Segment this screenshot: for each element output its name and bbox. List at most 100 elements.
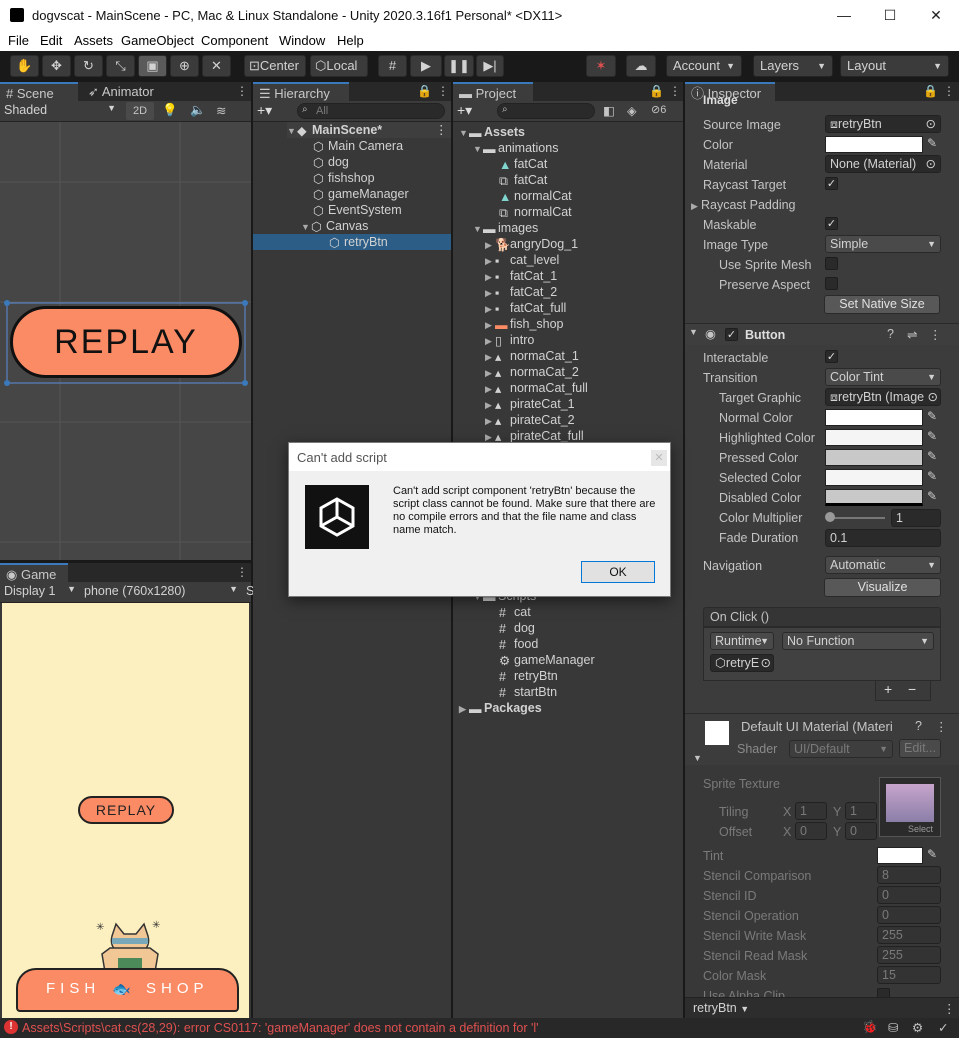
script-item[interactable]: ⚙ gameManager <box>499 652 595 668</box>
asset-item[interactable]: ▶ ▪ fatCat_full <box>485 300 566 316</box>
menu-component[interactable]: Component <box>201 33 268 48</box>
folder-images[interactable]: ▼▬ images <box>473 220 538 236</box>
asset-item[interactable]: ▶ ▴ normaCat_full <box>485 380 588 396</box>
fade-duration-field[interactable]: 0.1 <box>825 529 941 547</box>
move-tool-icon[interactable]: ✥ <box>42 55 71 77</box>
use-sprite-mesh-checkbox[interactable] <box>825 257 838 270</box>
script-item[interactable]: # food <box>499 636 538 652</box>
script-item[interactable]: # dog <box>499 620 535 636</box>
progress-icon[interactable]: ⚙ <box>912 1020 923 1035</box>
navigation-dropdown[interactable]: Automatic ▼ <box>825 556 941 574</box>
minimize-button[interactable]: — <box>834 5 854 25</box>
asset-item[interactable]: ▶ ▴ pirateCat_2 <box>485 412 575 428</box>
eyedropper-icon[interactable]: ✎ <box>927 136 943 152</box>
image-type-dropdown[interactable]: Simple ▼ <box>825 235 941 253</box>
runtime-dropdown[interactable]: Runtime ▼ <box>710 632 774 650</box>
asset-item[interactable]: ▶ ▬ fish_shop <box>485 316 564 332</box>
tab-game[interactable]: ◉ Game <box>0 563 68 582</box>
asset-item[interactable]: ▲ fatCat <box>499 156 547 172</box>
menu-file[interactable]: File <box>8 33 29 48</box>
pause-button[interactable]: ❚❚ <box>444 55 474 77</box>
lighting-icon[interactable]: 💡 <box>162 103 178 118</box>
asset-item[interactable]: ▶ ▯ intro <box>485 332 534 348</box>
offset-y-field[interactable]: 0 <box>845 822 877 840</box>
tiling-y-field[interactable]: 1 <box>845 802 877 820</box>
object-picker-icon[interactable]: ⊙ <box>760 655 771 671</box>
hierarchy-item[interactable]: ⬡ fishshop <box>313 170 375 186</box>
selected-color-swatch[interactable] <box>825 469 923 486</box>
help-icon[interactable]: ? <box>887 327 894 341</box>
expand-arrow-icon[interactable]: ▼ <box>693 753 702 763</box>
panel-menu-icon[interactable]: ⋮ <box>943 84 955 98</box>
lock-icon[interactable]: 🔒 <box>649 84 664 98</box>
pressed-color-swatch[interactable] <box>825 449 923 466</box>
panel-menu-icon[interactable]: ⋮ <box>943 1001 956 1016</box>
eyedropper-icon[interactable]: ✎ <box>927 429 943 445</box>
game-view[interactable]: REPLAY ✳ ✳ FISH 🐟 SHOP <box>2 603 249 1018</box>
interactable-checkbox[interactable]: ✓ <box>825 350 838 363</box>
resolution-dropdown[interactable]: phone (760x1280) ▼ <box>84 584 240 598</box>
raycast-target-checkbox[interactable]: ✓ <box>825 177 838 190</box>
source-image-field[interactable]: ⧈retryBtn ⊙ <box>825 115 941 133</box>
lock-icon[interactable]: 🔒 <box>417 84 432 98</box>
cloud-icon[interactable]: ☁ <box>626 55 656 77</box>
shader-dropdown[interactable]: UI/Default ▼ <box>789 740 893 758</box>
display-dropdown[interactable]: Display 1 ▼ <box>4 584 78 598</box>
panel-menu-icon[interactable]: ⋮ <box>236 84 248 98</box>
target-graphic-field[interactable]: ⧈retryBtn (Image ⊙ <box>825 388 941 406</box>
tiling-x-field[interactable]: 1 <box>795 802 827 820</box>
help-icon[interactable]: ? <box>915 719 922 733</box>
eyedropper-icon[interactable]: ✎ <box>927 489 943 505</box>
hierarchy-item-selected[interactable]: ⬡ retryBtn <box>253 234 451 250</box>
2d-toggle[interactable]: 2D <box>126 102 154 120</box>
fish-shop-sign[interactable]: FISH 🐟 SHOP <box>16 968 239 1012</box>
game-replay-button[interactable]: REPLAY <box>78 796 174 824</box>
maskable-checkbox[interactable]: ✓ <box>825 217 838 230</box>
asset-item[interactable]: ⧉ normalCat <box>499 204 572 220</box>
asset-item[interactable]: ▶ 🐕angryDog_1 <box>485 236 578 252</box>
layers-dropdown[interactable]: Layers ▼ <box>753 55 833 77</box>
onclick-target-field[interactable]: ⬡retryE ⊙ <box>710 654 774 672</box>
script-item[interactable]: # retryBtn <box>499 668 558 684</box>
account-dropdown[interactable]: Account ▼ <box>666 55 742 77</box>
hierarchy-item[interactable]: ⬡ dog <box>313 154 349 170</box>
filter-label-icon[interactable]: ◈ <box>627 103 637 118</box>
color-multiplier-field[interactable]: 1 <box>891 509 941 527</box>
folder-animations[interactable]: ▼▬ animations <box>473 140 558 156</box>
play-button[interactable]: ▶ <box>410 55 442 77</box>
disabled-color-swatch[interactable] <box>825 489 923 506</box>
shading-mode-dropdown[interactable]: Shaded ▼ <box>4 103 120 117</box>
stencil-comparison-field[interactable]: 8 <box>877 866 941 884</box>
menu-assets[interactable]: Assets <box>74 33 113 48</box>
tab-scene[interactable]: # Scene <box>0 82 78 101</box>
panel-menu-icon[interactable]: ⋮ <box>669 84 681 98</box>
highlighted-color-swatch[interactable] <box>825 429 923 446</box>
stencil-write-mask-field[interactable]: 255 <box>877 926 941 944</box>
filter-type-icon[interactable]: ◧ <box>603 103 615 118</box>
script-item[interactable]: # startBtn <box>499 684 557 700</box>
asset-item[interactable]: ▶ ▴ pirateCat_1 <box>485 396 575 412</box>
sprite-texture-slot[interactable]: Select <box>879 777 941 837</box>
stencil-read-mask-field[interactable]: 255 <box>877 946 941 964</box>
button-enabled-checkbox[interactable]: ✓ <box>725 328 738 341</box>
scale-tool-icon[interactable]: ⤡ <box>106 55 135 77</box>
object-picker-icon[interactable]: ⊙ <box>926 116 936 132</box>
hierarchy-item[interactable]: ▼⬡ Canvas <box>301 218 368 234</box>
eyedropper-icon[interactable]: ✎ <box>927 409 943 425</box>
button-component-header[interactable]: ▼ ◉ ✓ Button ? ⇌ ⋮ <box>685 323 959 345</box>
component-menu-icon[interactable]: ⋮ <box>929 327 942 342</box>
hierarchy-search-input[interactable]: ⌕ All <box>297 103 445 119</box>
hierarchy-item[interactable]: ⬡ EventSystem <box>313 202 402 218</box>
asset-item[interactable]: ⧉ fatCat <box>499 172 547 188</box>
create-plus-icon[interactable]: +▾ <box>257 102 272 119</box>
step-button[interactable]: ▶| <box>476 55 504 77</box>
check-icon[interactable]: ✓ <box>938 1020 948 1035</box>
console-error-message[interactable]: Assets\Scripts\cat.cs(28,29): error CS01… <box>22 1021 539 1035</box>
rect-tool-icon[interactable]: ▣ <box>138 55 167 77</box>
grid-snap-icon[interactable]: # <box>378 55 407 77</box>
preserve-aspect-checkbox[interactable] <box>825 277 838 290</box>
hidden-packages-toggle[interactable]: ⊘6 <box>651 103 666 116</box>
object-picker-icon[interactable]: ⊙ <box>927 389 938 405</box>
custom-tool-icon[interactable]: ✕ <box>202 55 231 77</box>
hierarchy-item[interactable]: ⬡ Main Camera <box>313 138 403 154</box>
